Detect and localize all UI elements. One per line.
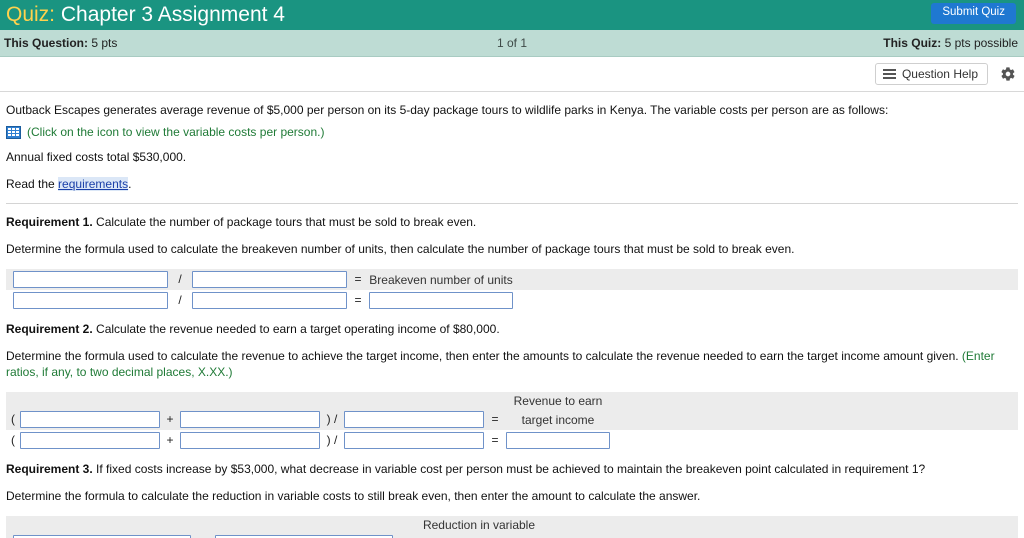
quiz-label: Quiz: — [6, 3, 56, 26]
quiz-header-bar: Quiz: Chapter 3 Assignment 4 Submit Quiz — [0, 0, 1024, 30]
req2-formula-denominator-input[interactable] — [344, 411, 484, 428]
req1-formula-denominator-input[interactable] — [192, 271, 347, 288]
section-divider — [6, 203, 1018, 204]
req2-answer-operator-plus: + — [166, 433, 174, 447]
requirement-2-caption-row: Revenue to earn — [6, 392, 1018, 409]
list-icon — [882, 68, 896, 80]
requirement-1-statement: Calculate the number of package tours th… — [92, 215, 477, 229]
requirement-2-statement: Calculate the revenue needed to earn a t… — [92, 322, 500, 336]
req2-operator-equals: = — [491, 412, 499, 426]
variable-costs-link-row[interactable]: (Click on the icon to view the variable … — [6, 125, 1018, 139]
req2-answer-term2-input[interactable] — [180, 432, 320, 449]
requirement-2-instruction: Determine the formula used to calculate … — [6, 348, 1018, 380]
req2-answer-result-input[interactable] — [506, 432, 610, 449]
question-help-label: Question Help — [901, 67, 978, 81]
req1-answer-operator-equals: = — [354, 293, 362, 307]
question-pager: 1 of 1 — [496, 36, 528, 50]
requirement-1-formula-row: / = Breakeven number of units — [6, 269, 1018, 290]
requirement-3-formula-row: - = cost per unit — [6, 533, 1018, 538]
req2-open-paren: ( — [11, 412, 15, 426]
variable-costs-hint: (Click on the icon to view the variable … — [27, 125, 325, 139]
requirement-3-statement: If fixed costs increase by $53,000, what… — [92, 462, 926, 476]
requirement-3-formula: Reduction in variable - = cost per unit … — [6, 516, 1018, 538]
requirement-2-heading: Requirement 2. Calculate the revenue nee… — [6, 322, 1018, 336]
req2-answer-open-paren: ( — [11, 433, 15, 447]
gear-icon — [1001, 67, 1015, 81]
quiz-status-bar: This Question: 5 pts 1 of 1 This Quiz: 5… — [0, 30, 1024, 57]
req1-answer-operator-divide: / — [178, 293, 182, 307]
requirement-2-instruction-text: Determine the formula used to calculate … — [6, 349, 962, 363]
requirement-3-heading: Requirement 3. If fixed costs increase b… — [6, 462, 1018, 476]
this-quiz-points: This Quiz: 5 pts possible — [883, 36, 1018, 50]
req1-result-caption: Breakeven number of units — [369, 272, 513, 287]
submit-quiz-button[interactable]: Submit Quiz — [931, 3, 1016, 24]
requirements-link[interactable]: requirements — [58, 177, 129, 191]
req1-operator-divide: / — [178, 272, 182, 286]
req2-close-paren-divide: ) / — [326, 412, 338, 426]
requirement-1-heading: Requirement 1. Calculate the number of p… — [6, 215, 1018, 229]
requirement-2-number: Requirement 2. — [6, 322, 93, 336]
requirement-1-number: Requirement 1. — [6, 215, 93, 229]
requirement-2-answer-row: ( + ) / = — [6, 430, 1018, 451]
requirement-2-formula-row: ( + ) / = target income — [6, 409, 1018, 430]
req2-answer-term1-input[interactable] — [20, 432, 160, 449]
req1-formula-numerator-input[interactable] — [13, 271, 168, 288]
read-the-text: Read the — [6, 177, 59, 191]
req1-answer-result-input[interactable] — [369, 292, 513, 309]
this-quiz-label: This Quiz: — [883, 36, 942, 50]
req2-result-caption-line2: target income — [521, 412, 595, 427]
problem-intro: Outback Escapes generates average revenu… — [6, 103, 889, 117]
read-requirements-line: Read the requirements. — [6, 176, 1018, 193]
req3-result-caption-line1: Reduction in variable — [422, 518, 536, 532]
req1-answer-denominator-input[interactable] — [192, 292, 347, 309]
req2-answer-denominator-input[interactable] — [344, 432, 484, 449]
question-help-button[interactable]: Question Help — [874, 63, 988, 85]
req2-operator-plus: + — [166, 412, 174, 426]
requirement-1-instruction: Determine the formula used to calculate … — [6, 242, 795, 256]
requirement-3-caption-row: Reduction in variable — [6, 516, 1018, 533]
req2-answer-close-paren-divide: ) / — [326, 433, 338, 447]
requirement-1-formula: / = Breakeven number of units / = — [6, 269, 1018, 311]
requirement-1-answer-row: / = — [6, 290, 1018, 311]
this-quiz-value: 5 pts possible — [944, 36, 1018, 50]
quiz-title-text: Chapter 3 Assignment 4 — [60, 3, 285, 26]
req2-answer-operator-equals: = — [491, 433, 499, 447]
requirement-2-formula: Revenue to earn ( + ) / = target income … — [6, 392, 1018, 451]
req2-formula-term1-input[interactable] — [20, 411, 160, 428]
requirement-3-number: Requirement 3. — [6, 462, 93, 476]
req2-result-caption-line1: Revenue to earn — [513, 394, 603, 408]
requirement-3-instruction: Determine the formula to calculate the r… — [6, 489, 701, 503]
req1-operator-equals: = — [354, 272, 362, 286]
question-toolbar: Question Help — [0, 57, 1024, 92]
page-title: Quiz: Chapter 3 Assignment 4 — [6, 0, 285, 30]
question-body: Outback Escapes generates average revenu… — [0, 102, 1024, 538]
spreadsheet-grid-icon[interactable] — [6, 125, 21, 139]
period-text: . — [128, 177, 132, 191]
fixed-costs-text: Annual fixed costs total $530,000. — [6, 150, 187, 164]
req1-answer-numerator-input[interactable] — [13, 292, 168, 309]
settings-gear-button[interactable] — [1000, 66, 1016, 82]
req2-formula-term2-input[interactable] — [180, 411, 320, 428]
